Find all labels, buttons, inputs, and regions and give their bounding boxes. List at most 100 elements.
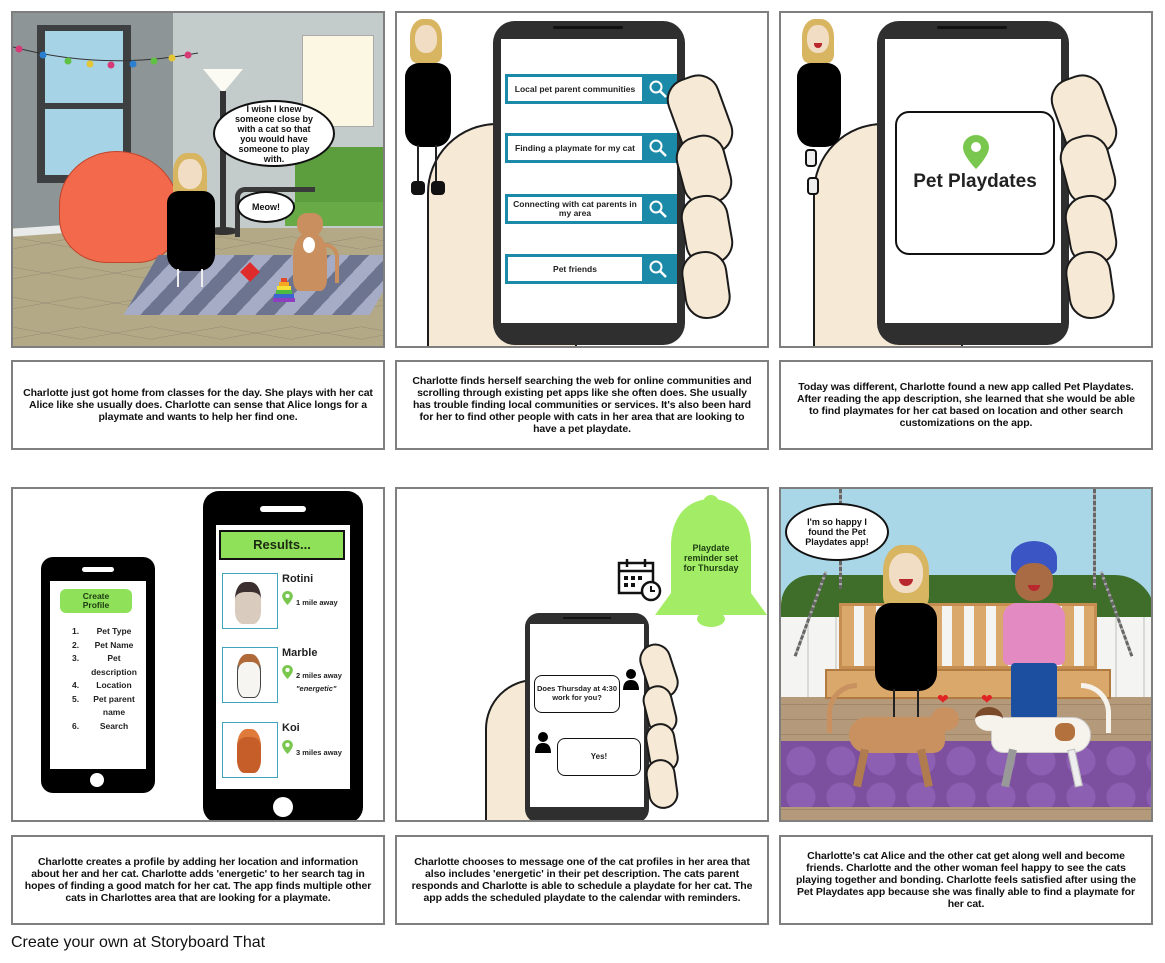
cat-tail <box>323 243 339 283</box>
location-pin-icon <box>282 665 293 679</box>
profile-step[interactable]: 5. Pet parent name <box>72 693 142 720</box>
search-button[interactable] <box>642 257 674 281</box>
panel-2-caption: Charlotte finds herself searching the we… <box>395 360 769 450</box>
phone-screen: Results... Rotini 1 mile away Marble 2 m… <box>216 525 350 789</box>
shoe <box>805 149 817 167</box>
phone-speaker <box>553 26 623 29</box>
step-number: 6. <box>72 720 80 731</box>
search-bar[interactable]: Pet friends <box>505 254 677 284</box>
search-button[interactable] <box>642 136 674 160</box>
panel-2-scene: Local pet parent communities Finding a p… <box>395 11 769 348</box>
shoe <box>807 177 819 195</box>
string-lights <box>13 45 199 69</box>
cat-alice <box>289 213 339 293</box>
step-number: 5. <box>72 693 80 704</box>
search-bar[interactable]: Connecting with cat parents in my area <box>505 194 677 224</box>
panel-4-scene: Create Profile 1. Pet Type 2. Pet Name 3. P… <box>11 487 385 822</box>
cat-leg <box>917 748 933 788</box>
cat-leg <box>853 748 869 788</box>
result-item-rotini[interactable]: Rotini 1 mile away <box>222 573 344 629</box>
search-button[interactable] <box>642 197 674 221</box>
location-pin-icon <box>282 740 293 754</box>
result-item-marble[interactable]: Marble 2 miles away "energetic" <box>222 647 344 703</box>
magnifier-icon <box>649 139 667 157</box>
search-bar[interactable]: Local pet parent communities <box>505 74 677 104</box>
face <box>415 25 437 53</box>
cat-tail <box>827 683 857 733</box>
profile-step[interactable]: 2. Pet Name <box>72 639 142 653</box>
panel-6-caption: Charlotte's cat Alice and the other cat … <box>779 835 1153 925</box>
create-profile-header[interactable]: Create Profile <box>60 589 132 613</box>
cat-friend-calico <box>975 683 1111 793</box>
cat-chest <box>303 237 315 253</box>
phone: Pet Playdates <box>877 21 1069 345</box>
panel-1-caption: Charlotte just got home from classes for… <box>11 360 385 450</box>
panel-3-caption: Today was different, Charlotte found a n… <box>779 360 1153 450</box>
result-item-koi[interactable]: Koi 3 miles away <box>222 722 344 778</box>
step-label: Pet Name <box>94 639 134 650</box>
speech-bubble-cat: Meow! <box>237 191 295 223</box>
phone-screen: Does Thursday at 4:30 work for you? Yes! <box>530 624 644 807</box>
home-button[interactable] <box>90 773 104 787</box>
profile-step[interactable]: 4. Location <box>72 679 142 693</box>
profile-step[interactable]: 6. Search <box>72 720 142 734</box>
cat-head <box>975 707 1003 731</box>
phone-speaker <box>937 26 1007 29</box>
step-label: Search <box>99 720 129 731</box>
panel-1-scene: I wish I knew someone close by with a ca… <box>11 11 385 348</box>
search-query: Finding a playmate for my cat <box>515 142 635 153</box>
caption-text: Charlotte just got home from classes for… <box>23 387 373 423</box>
caption-text: Charlotte creates a profile by adding he… <box>24 856 372 904</box>
phone-speaker <box>260 506 306 512</box>
search-query: Local pet parent communities <box>514 83 636 94</box>
step-number: 2. <box>72 639 80 650</box>
cat-distance: 2 miles away <box>296 671 342 680</box>
profile-steps: 1. Pet Type 2. Pet Name 3. Pet description … <box>72 625 142 733</box>
cat-distance: 1 mile away <box>296 598 338 607</box>
face <box>889 553 923 593</box>
phone: Local pet parent communities Finding a p… <box>493 21 685 345</box>
shoe <box>431 181 445 195</box>
reminder-bell[interactable]: Playdate reminder set for Thursday <box>653 493 767 629</box>
magnifier-icon <box>649 80 667 98</box>
app-card[interactable]: Pet Playdates <box>895 111 1055 255</box>
cat-name: Marble <box>282 647 318 659</box>
step-number: 3. <box>72 653 80 663</box>
swing-chain <box>1093 489 1096 589</box>
panel-5-caption: Charlotte chooses to message one of the … <box>395 835 769 925</box>
tortie-cat-icon <box>237 729 261 773</box>
cat-leg <box>1067 748 1083 788</box>
profile-step[interactable]: 3. Pet description <box>72 652 142 679</box>
cat-tag: "energetic" <box>296 684 337 693</box>
panel-6-scene: ❤ ❤ I'm so happy I found the Pet Playdat… <box>779 487 1153 822</box>
cat-name: Koi <box>282 722 300 734</box>
search-bar[interactable]: Finding a playmate for my cat <box>505 133 677 163</box>
pink-shirt <box>1003 603 1065 665</box>
step-number: 1. <box>72 626 80 636</box>
storyboard-that-credit-link[interactable]: Create your own at Storyboard That <box>11 934 265 952</box>
step-label: Location <box>96 680 132 690</box>
dress <box>405 63 451 147</box>
caption-text: Today was different, Charlotte found a n… <box>797 381 1135 429</box>
bean-bag <box>59 151 179 263</box>
cat-thumbnail <box>222 722 278 778</box>
user-avatar-icon <box>535 732 551 753</box>
cat-tail <box>1081 683 1111 733</box>
profile-step[interactable]: 1. Pet Type <box>72 625 142 639</box>
panel-4-caption: Charlotte creates a profile by adding he… <box>11 835 385 925</box>
step-label: Pet description <box>91 653 137 677</box>
phone-create-profile: Create Profile 1. Pet Type 2. Pet Name 3. P… <box>41 557 155 793</box>
cat-thumbnail <box>222 573 278 629</box>
ring <box>273 298 295 302</box>
home-button[interactable] <box>273 797 293 817</box>
phone-results: Results... Rotini 1 mile away Marble 2 m… <box>203 491 363 820</box>
step-number: 4. <box>72 680 80 690</box>
face <box>1015 563 1053 601</box>
cat-alice <box>827 683 959 793</box>
shoe <box>411 181 425 195</box>
speech-bubble-charlotte: I wish I knew someone close by with a ca… <box>213 100 335 167</box>
siamese-cat-icon <box>235 582 261 624</box>
charlotte-character <box>795 19 843 199</box>
cat-distance: 3 miles away <box>296 748 342 757</box>
lamp-shade <box>203 69 243 93</box>
